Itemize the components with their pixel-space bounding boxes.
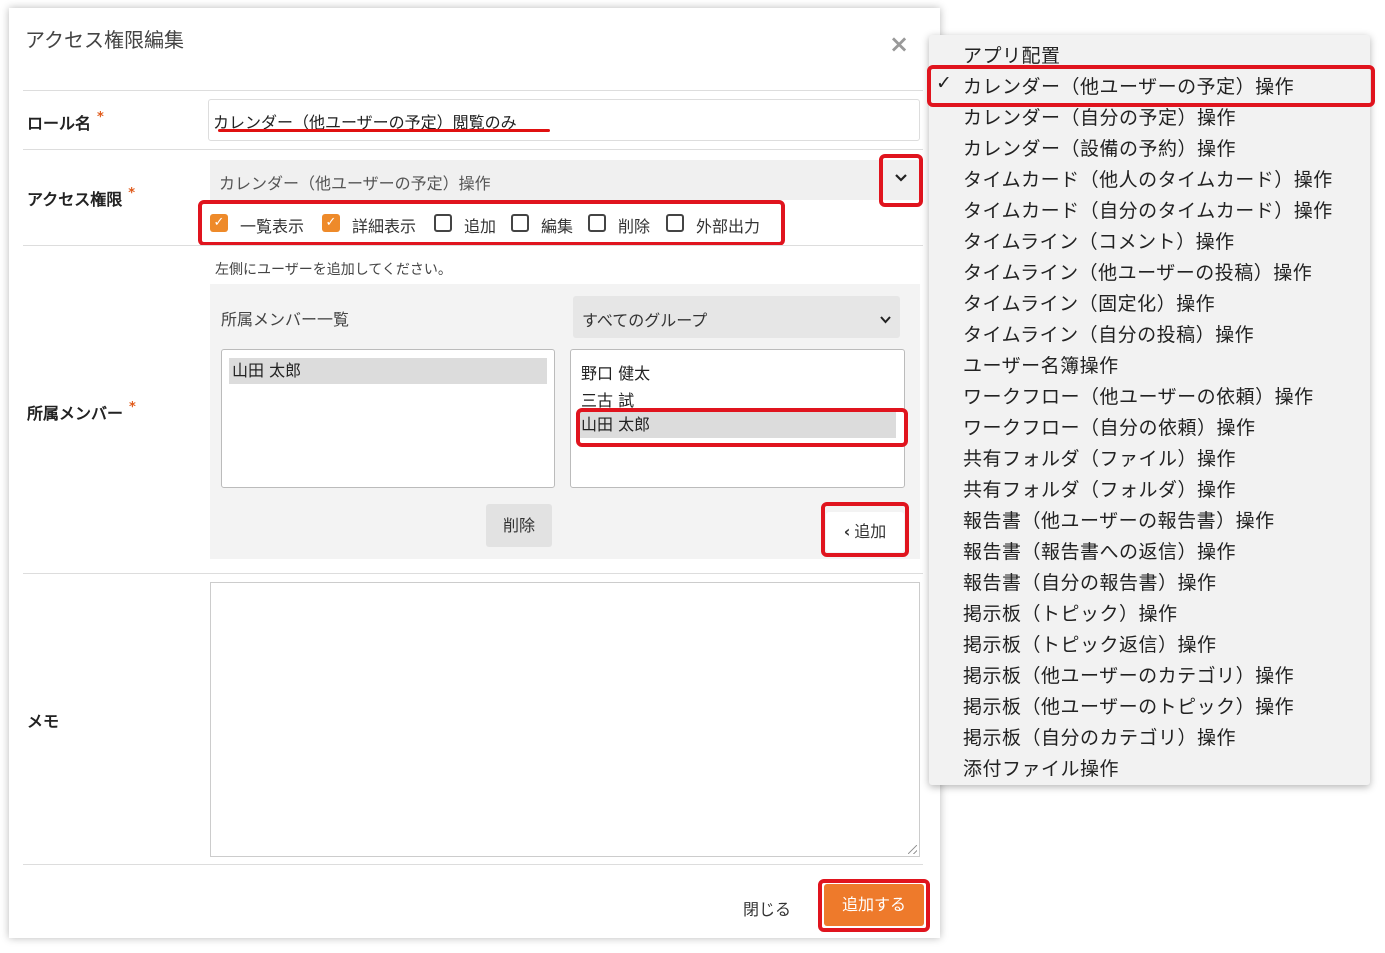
access-dropdown-list[interactable]: ✓ アプリ配置 カレンダー（他ユーザーの予定）操作 カレンダー（自分の予定）操作…: [929, 35, 1370, 785]
access-select[interactable]: カレンダー（他ユーザーの予定）操作: [210, 160, 920, 200]
role-name-input[interactable]: カレンダー（他ユーザーの予定）閲覧のみ: [208, 99, 920, 141]
member-list-title: 所属メンバー一覧: [221, 310, 350, 329]
resize-grip-icon[interactable]: [908, 845, 917, 854]
dropdown-option[interactable]: タイムカード（他人のタイムカード）操作: [963, 165, 1333, 192]
dropdown-option[interactable]: 掲示板（トピック返信）操作: [963, 630, 1217, 657]
current-members-list[interactable]: 山田 太郎: [221, 349, 555, 488]
members-label: 所属メンバー *: [27, 400, 136, 423]
divider: [23, 864, 923, 865]
dropdown-option[interactable]: タイムライン（他ユーザーの投稿）操作: [963, 258, 1312, 285]
group-select[interactable]: すべてのグループ: [573, 296, 900, 338]
role-name-label: ロール名 *: [27, 110, 104, 133]
members-hint: 左側にユーザーを追加してください。: [215, 262, 452, 278]
dropdown-option[interactable]: タイムライン（コメント）操作: [963, 227, 1235, 254]
dropdown-option[interactable]: ワークフロー（自分の依頼）操作: [963, 413, 1256, 440]
dropdown-option[interactable]: 報告書（他ユーザーの報告書）操作: [963, 506, 1275, 533]
dropdown-option[interactable]: アプリ配置: [963, 41, 1061, 68]
modal-title: アクセス権限編集: [25, 28, 184, 52]
divider: [23, 573, 923, 574]
dropdown-option[interactable]: 報告書（報告書への返信）操作: [963, 537, 1236, 564]
list-item[interactable]: 野口 健太: [581, 360, 650, 384]
dropdown-option[interactable]: 掲示板（自分のカテゴリ）操作: [963, 723, 1236, 750]
dropdown-option[interactable]: タイムライン（自分の投稿）操作: [963, 320, 1254, 347]
divider: [23, 245, 923, 246]
access-select-value: カレンダー（他ユーザーの予定）操作: [219, 174, 491, 193]
dropdown-option[interactable]: 掲示板（他ユーザーのトピック）操作: [963, 692, 1294, 719]
delete-member-button[interactable]: 削除: [486, 504, 552, 547]
dropdown-option[interactable]: 共有フォルダ（フォルダ）操作: [963, 475, 1236, 502]
group-select-value: すべてのグループ: [582, 311, 708, 330]
highlight-box: [879, 154, 923, 207]
dropdown-option[interactable]: カレンダー（自分の予定）操作: [963, 103, 1236, 130]
dropdown-option[interactable]: 掲示板（トピック）操作: [963, 599, 1178, 626]
required-mark: *: [97, 110, 104, 125]
dropdown-option[interactable]: ユーザー名簿操作: [963, 351, 1119, 378]
dropdown-option[interactable]: タイムライン（固定化）操作: [963, 289, 1215, 316]
dropdown-option[interactable]: 共有フォルダ（ファイル）操作: [963, 444, 1236, 471]
list-item[interactable]: 山田 太郎: [229, 358, 547, 384]
dropdown-option[interactable]: タイムカード（自分のタイムカード）操作: [963, 196, 1333, 223]
memo-textarea[interactable]: [210, 582, 920, 857]
highlight-box: [198, 200, 785, 246]
dropdown-option[interactable]: 掲示板（他ユーザーのカテゴリ）操作: [963, 661, 1294, 688]
dropdown-option[interactable]: カレンダー（設備の予約）操作: [963, 134, 1236, 161]
dropdown-option[interactable]: 添付ファイル操作: [963, 754, 1119, 781]
divider: [23, 90, 923, 91]
required-mark: *: [129, 400, 136, 415]
highlight-box: [576, 408, 908, 447]
dropdown-option[interactable]: 報告書（自分の報告書）操作: [963, 568, 1217, 595]
dropdown-option[interactable]: ワークフロー（他ユーザーの依頼）操作: [963, 382, 1314, 409]
memo-label: メモ: [27, 712, 60, 731]
access-edit-modal: アクセス権限編集 × ロール名 * カレンダー（他ユーザーの予定）閲覧のみ アクセ…: [9, 8, 940, 938]
highlight-box: [927, 65, 1375, 107]
divider: [23, 149, 923, 150]
close-icon[interactable]: ×: [889, 32, 909, 56]
required-mark: *: [128, 186, 136, 201]
highlight-box: [818, 879, 930, 932]
highlight-underline: [218, 129, 550, 132]
close-button[interactable]: 閉じる: [743, 896, 791, 920]
member-panel: 所属メンバー一覧 すべてのグループ 山田 太郎 野口 健太 三古 試 山田 太郎…: [210, 284, 920, 559]
access-label: アクセス権限 *: [27, 186, 136, 209]
highlight-box: [821, 502, 909, 557]
chevron-down-icon: [880, 309, 891, 328]
